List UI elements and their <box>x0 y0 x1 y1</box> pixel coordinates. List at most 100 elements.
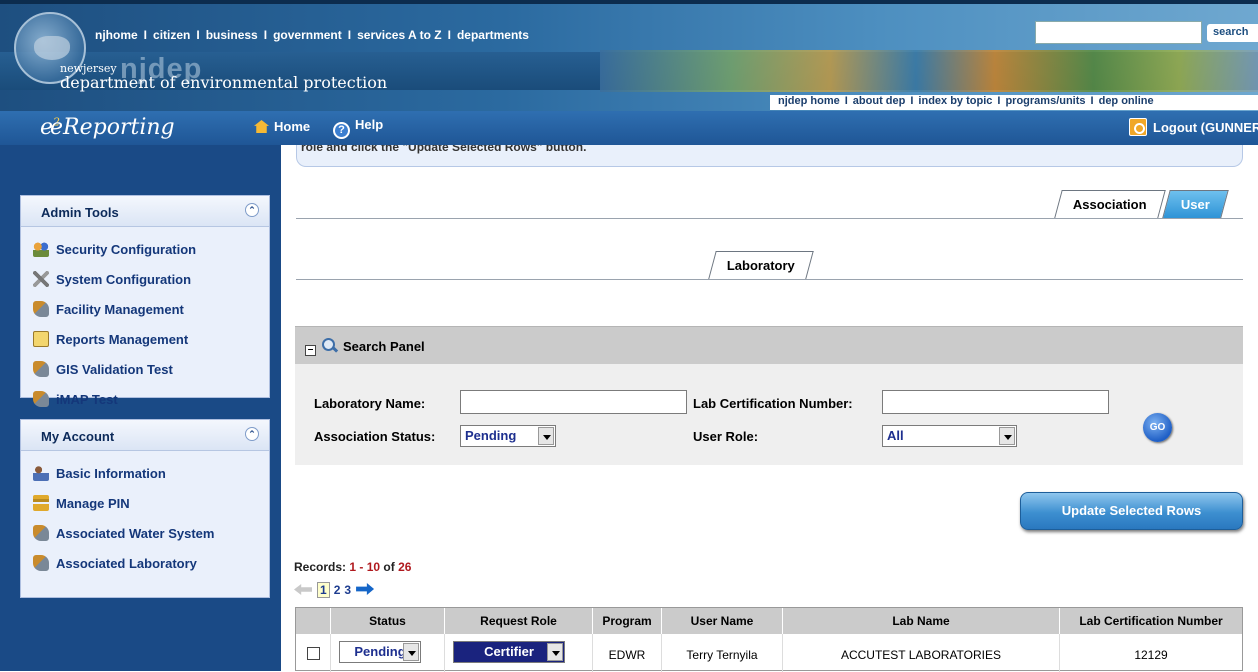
nav-separator: I <box>263 28 268 42</box>
tab-association-label: Association <box>1072 197 1147 212</box>
search-panel-header[interactable]: – Search Panel <box>295 326 1243 364</box>
next-page-arrow-icon[interactable] <box>356 583 375 595</box>
tools-icon <box>33 271 49 287</box>
instruction-box: role and click the "Update Selected Rows… <box>296 145 1243 167</box>
sidebar-item-label: Reports Management <box>56 332 189 347</box>
sidebar-item-label: iMAP Test <box>56 392 118 407</box>
sidebar-item-label: GIS Validation Test <box>56 362 173 377</box>
nav-link-government[interactable]: government <box>273 28 342 42</box>
chevron-down-icon[interactable] <box>999 427 1015 445</box>
sidebar: Admin Tools ⌃ Security Configuration Syst… <box>0 145 281 671</box>
column-header-request-role[interactable]: Request Role <box>445 608 593 634</box>
subnav-about-dep[interactable]: about dep <box>853 95 906 107</box>
chevron-down-icon[interactable] <box>403 643 419 661</box>
subnav-separator: I <box>1090 95 1094 107</box>
report-icon <box>33 331 49 347</box>
column-header-status[interactable]: Status <box>331 608 445 634</box>
my-account-title: My Account <box>41 429 115 444</box>
collapse-minus-icon[interactable]: – <box>305 345 316 356</box>
collapse-icon[interactable]: ⌃ <box>245 203 259 217</box>
sidebar-item-system-configuration[interactable]: System Configuration <box>21 265 269 295</box>
tab-laboratory[interactable]: Laboratory <box>708 251 814 279</box>
row-request-role-select[interactable]: Certifier <box>453 641 565 663</box>
sidebar-item-label: Associated Laboratory <box>56 556 197 571</box>
sidebar-item-label: Associated Water System <box>56 526 215 541</box>
my-account-header[interactable]: My Account ⌃ <box>21 420 269 451</box>
nav-separator: I <box>347 28 352 42</box>
search-icon <box>322 338 338 354</box>
my-account-panel: My Account ⌃ Basic Information Manage PIN… <box>20 419 270 598</box>
sidebar-item-gis-validation-test[interactable]: GIS Validation Test <box>21 355 269 385</box>
search-panel-body <box>295 364 1243 465</box>
dep-sub-nav: njdep home Iabout dep Iindex by topic Iprog… <box>770 95 1258 110</box>
help-link[interactable]: ? Help <box>333 117 383 139</box>
user-role-select[interactable]: All <box>882 425 1017 447</box>
update-selected-rows-button[interactable]: Update Selected Rows <box>1020 492 1243 530</box>
row-status-select[interactable]: Pending <box>339 641 421 663</box>
row-status-value: Pending <box>354 644 406 659</box>
page-link-1[interactable]: 1 <box>317 582 330 598</box>
logo-text: eReporting <box>50 115 175 140</box>
column-header-program[interactable]: Program <box>593 608 662 634</box>
subnav-separator: I <box>910 95 914 107</box>
home-link[interactable]: Home <box>254 119 310 134</box>
association-status-select[interactable]: Pending <box>460 425 556 447</box>
admin-tools-header[interactable]: Admin Tools ⌃ <box>21 196 269 227</box>
sidebar-item-reports-management[interactable]: Reports Management <box>21 325 269 355</box>
key-icon <box>1129 118 1147 136</box>
sidebar-item-associated-water-system[interactable]: Associated Water System <box>21 519 269 549</box>
app-toolbar: e2eReporting Home ? Help Logout (GUNNER12 <box>0 111 1258 145</box>
nav-link-citizen[interactable]: citizen <box>153 28 190 42</box>
column-header-select <box>296 608 331 634</box>
association-table: Status Request Role Program User Name La… <box>295 607 1243 672</box>
lab-name-input[interactable] <box>460 390 687 414</box>
nav-link-njhome[interactable]: njhome <box>95 28 138 42</box>
nav-link-business[interactable]: business <box>206 28 258 42</box>
logout-label: Logout (GUNNER12 <box>1153 120 1258 135</box>
sidebar-item-associated-laboratory[interactable]: Associated Laboratory <box>21 549 269 579</box>
wrench-icon <box>33 361 49 377</box>
lab-name-label: Laboratory Name: <box>314 396 426 411</box>
nav-link-departments[interactable]: departments <box>457 28 529 42</box>
row-checkbox[interactable] <box>307 647 320 660</box>
page-link-3[interactable]: 3 <box>344 583 351 597</box>
sidebar-item-basic-information[interactable]: Basic Information <box>21 459 269 489</box>
chevron-down-icon[interactable] <box>547 643 563 661</box>
sidebar-item-manage-pin[interactable]: Manage PIN <box>21 489 269 519</box>
user-name-cell: Terry Ternyila <box>662 634 783 672</box>
sidebar-item-imap-test[interactable]: iMAP Test <box>21 385 269 415</box>
subtab-baseline <box>296 279 1243 280</box>
help-icon: ? <box>333 122 350 139</box>
sidebar-item-facility-management[interactable]: Facility Management <box>21 295 269 325</box>
wrench-icon <box>33 525 49 541</box>
sidebar-item-security-configuration[interactable]: Security Configuration <box>21 235 269 265</box>
ereporting-logo: e2eReporting <box>40 115 175 140</box>
subnav-dep-online[interactable]: dep online <box>1099 95 1154 107</box>
subnav-index-by-topic[interactable]: index by topic <box>918 95 992 107</box>
subnav-programs-units[interactable]: programs/units <box>1005 95 1085 107</box>
site-search-input[interactable] <box>1035 21 1202 44</box>
pager: 123 <box>294 582 375 598</box>
nav-link-services[interactable]: services A to Z <box>357 28 441 42</box>
column-header-lab-cert-number[interactable]: Lab Certification Number <box>1060 608 1242 634</box>
lock-icon <box>33 495 49 511</box>
subnav-njdep-home[interactable]: njdep home <box>778 95 840 107</box>
column-header-user-name[interactable]: User Name <box>662 608 783 634</box>
column-header-lab-name[interactable]: Lab Name <box>783 608 1060 634</box>
header-top-line <box>0 0 1258 4</box>
tab-association[interactable]: Association <box>1054 190 1166 218</box>
logout-link[interactable]: Logout (GUNNER12 <box>1129 118 1258 136</box>
wrench-icon <box>33 391 49 407</box>
site-search-button[interactable]: search <box>1207 24 1258 42</box>
go-button[interactable]: GO <box>1143 413 1172 442</box>
lab-cert-input[interactable] <box>882 390 1109 414</box>
chevron-down-icon[interactable] <box>538 427 554 445</box>
page-link-2[interactable]: 2 <box>334 583 341 597</box>
tab-user[interactable]: User <box>1162 190 1229 218</box>
user-role-label: User Role: <box>693 429 759 444</box>
subnav-separator: I <box>997 95 1001 107</box>
request-role-cell: Certifier <box>445 634 593 672</box>
admin-tools-panel: Admin Tools ⌃ Security Configuration Syst… <box>20 195 270 407</box>
status-cell: Pending <box>331 634 445 672</box>
collapse-icon[interactable]: ⌃ <box>245 427 259 441</box>
